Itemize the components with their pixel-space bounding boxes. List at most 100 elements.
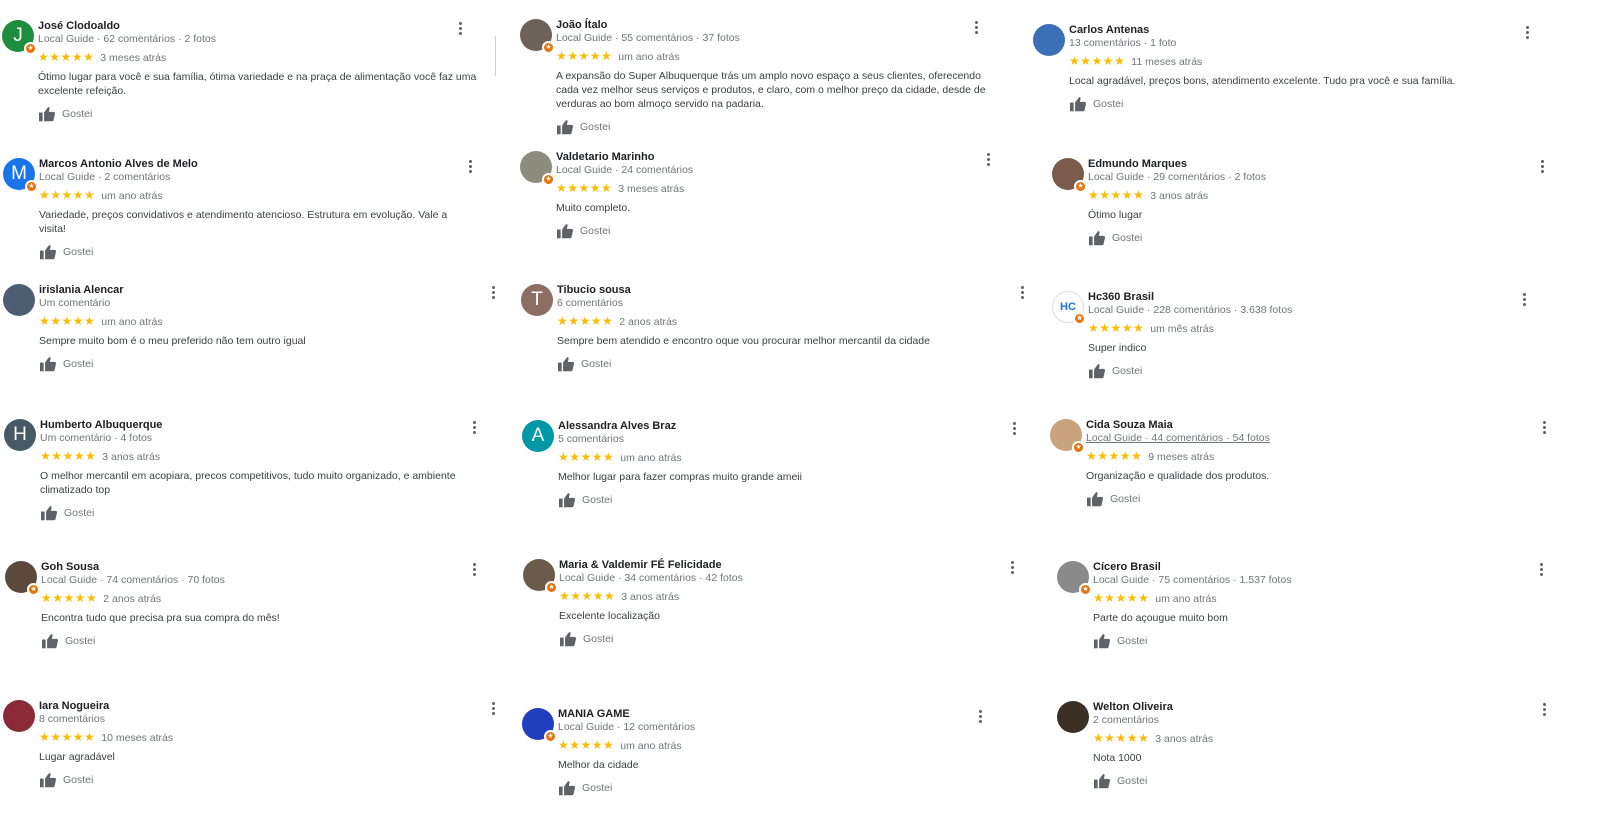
reviewer-name[interactable]: José Clodoaldo bbox=[38, 20, 482, 33]
like-button[interactable]: Gostei bbox=[40, 505, 484, 521]
reviewer-name[interactable]: Welton Oliveira bbox=[1093, 701, 1549, 714]
avatar[interactable]: ★ bbox=[520, 19, 555, 54]
review-date: 3 anos atrás bbox=[1155, 733, 1214, 745]
review-text: A expansão do Super Albuquerque trás um … bbox=[556, 70, 986, 110]
thumbs-up-icon bbox=[558, 357, 575, 372]
avatar-letter: J bbox=[13, 25, 23, 46]
local-guide-badge-icon: ★ bbox=[1079, 583, 1092, 596]
avatar[interactable]: A bbox=[522, 420, 554, 452]
avatar[interactable] bbox=[1057, 701, 1089, 733]
more-options-icon[interactable] bbox=[970, 19, 982, 35]
reviewer-name[interactable]: Alessandra Alves Braz bbox=[558, 420, 1022, 433]
review-date: 9 meses atrás bbox=[1148, 451, 1215, 463]
more-options-icon[interactable] bbox=[1538, 701, 1550, 717]
more-options-icon[interactable] bbox=[487, 700, 499, 716]
like-button[interactable]: Gostei bbox=[1086, 491, 1550, 507]
avatar-letter: T bbox=[531, 289, 543, 310]
like-button[interactable]: Gostei bbox=[558, 780, 987, 796]
reviewer-name[interactable]: Tibucio sousa bbox=[557, 284, 1026, 297]
reviewer-name[interactable]: Cícero Brasil bbox=[1093, 561, 1547, 574]
like-button[interactable]: Gostei bbox=[39, 772, 498, 788]
like-label: Gostei bbox=[63, 246, 94, 258]
reviewer-name[interactable]: irislania Alencar bbox=[39, 284, 496, 297]
more-options-icon[interactable] bbox=[468, 561, 480, 577]
more-options-icon[interactable] bbox=[974, 708, 986, 724]
local-guide-badge-icon: ★ bbox=[542, 41, 555, 54]
review-date: 11 meses atrás bbox=[1131, 56, 1203, 68]
like-button[interactable]: Gostei bbox=[1088, 230, 1552, 246]
star-rating: ★★★★★ bbox=[1086, 449, 1143, 463]
avatar[interactable]: ★ bbox=[1057, 561, 1092, 596]
review-text: Muito completo. bbox=[556, 202, 631, 214]
more-options-icon[interactable] bbox=[487, 284, 499, 300]
review-date: um ano atrás bbox=[1155, 593, 1217, 605]
avatar[interactable]: T bbox=[521, 284, 553, 316]
avatar[interactable] bbox=[1033, 24, 1065, 56]
avatar[interactable] bbox=[3, 284, 35, 316]
review-date: 2 anos atrás bbox=[103, 593, 162, 605]
avatar[interactable]: HC ★ bbox=[1052, 291, 1086, 325]
rating-row: ★★★★★ um ano atrás bbox=[556, 49, 990, 64]
like-button[interactable]: Gostei bbox=[557, 356, 1026, 372]
thumbs-up-icon bbox=[559, 493, 576, 508]
avatar[interactable]: ★ bbox=[523, 559, 558, 594]
more-options-icon[interactable] bbox=[464, 158, 476, 174]
more-options-icon[interactable] bbox=[1006, 559, 1018, 575]
like-button[interactable]: Gostei bbox=[1093, 773, 1549, 789]
like-button[interactable]: Gostei bbox=[556, 119, 990, 135]
review-date: 10 meses atrás bbox=[101, 732, 174, 744]
review-text: Sempre bem atendido e encontro oque vou … bbox=[557, 335, 930, 347]
reviewer-name[interactable]: Iara Nogueira bbox=[39, 700, 498, 713]
reviewer-name[interactable]: Cida Souza Maia bbox=[1086, 419, 1550, 432]
like-button[interactable]: Gostei bbox=[556, 223, 990, 239]
more-options-icon[interactable] bbox=[1016, 284, 1028, 300]
more-options-icon[interactable] bbox=[1521, 24, 1533, 40]
avatar[interactable]: ★ bbox=[5, 561, 40, 596]
avatar[interactable]: ★ bbox=[522, 708, 557, 743]
more-options-icon[interactable] bbox=[982, 151, 994, 167]
like-button[interactable]: Gostei bbox=[559, 631, 1023, 647]
avatar[interactable] bbox=[3, 700, 35, 732]
reviewer-name[interactable]: João Ítalo bbox=[556, 19, 990, 32]
avatar[interactable]: ★ bbox=[1052, 158, 1087, 193]
review-date: um ano atrás bbox=[618, 51, 680, 63]
reviewer-name[interactable]: Carlos Antenas bbox=[1069, 24, 1533, 37]
avatar[interactable]: J ★ bbox=[2, 20, 37, 55]
avatar[interactable]: H bbox=[4, 419, 36, 451]
reviewer-name[interactable]: Maria & Valdemir FÉ Felicidade bbox=[559, 559, 1023, 572]
like-button[interactable]: Gostei bbox=[558, 492, 1022, 508]
reviewer-name[interactable]: Edmundo Marques bbox=[1088, 158, 1552, 171]
more-options-icon[interactable] bbox=[1518, 291, 1530, 307]
reviewer-name[interactable]: Humberto Albuquerque bbox=[40, 419, 484, 432]
like-button[interactable]: Gostei bbox=[41, 633, 480, 649]
like-button[interactable]: Gostei bbox=[1093, 633, 1547, 649]
more-options-icon[interactable] bbox=[1536, 158, 1548, 174]
avatar[interactable]: ★ bbox=[1050, 419, 1085, 454]
review-text: Excelente localização bbox=[559, 610, 660, 622]
more-options-icon[interactable] bbox=[468, 419, 480, 435]
avatar-letter: M bbox=[11, 163, 27, 184]
more-options-icon[interactable] bbox=[1008, 420, 1020, 436]
more-options-icon[interactable] bbox=[1535, 561, 1547, 577]
like-label: Gostei bbox=[63, 358, 94, 370]
reviewer-name[interactable]: Goh Sousa bbox=[41, 561, 480, 574]
avatar[interactable]: M ★ bbox=[3, 158, 38, 193]
more-options-icon[interactable] bbox=[1538, 419, 1550, 435]
like-button[interactable]: Gostei bbox=[39, 244, 473, 260]
review-text: O melhor mercantil em acopiara, precos c… bbox=[40, 470, 456, 496]
thumbs-up-icon bbox=[560, 632, 577, 647]
rating-row: ★★★★★ 11 meses atrás bbox=[1069, 54, 1533, 69]
reviewer-name[interactable]: Marcos Antonio Alves de Melo bbox=[39, 158, 473, 171]
like-button[interactable]: Gostei bbox=[38, 106, 482, 122]
like-button[interactable]: Gostei bbox=[1069, 96, 1533, 112]
like-button[interactable]: Gostei bbox=[1088, 363, 1532, 379]
reviewer-name[interactable]: Valdetario Marinho bbox=[556, 151, 990, 164]
reviewer-name[interactable]: MANIA GAME bbox=[558, 708, 987, 721]
rating-row: ★★★★★ um ano atrás bbox=[1093, 591, 1547, 606]
reviewer-name[interactable]: Hc360 Brasil bbox=[1088, 291, 1532, 304]
reviewer-meta: Local Guide · 75 comentários · 1.537 fot… bbox=[1093, 574, 1292, 586]
review-text: Parte do açougue muito bom bbox=[1093, 612, 1228, 624]
like-button[interactable]: Gostei bbox=[39, 356, 496, 372]
more-options-icon[interactable] bbox=[454, 20, 466, 36]
avatar[interactable]: ★ bbox=[520, 151, 555, 186]
